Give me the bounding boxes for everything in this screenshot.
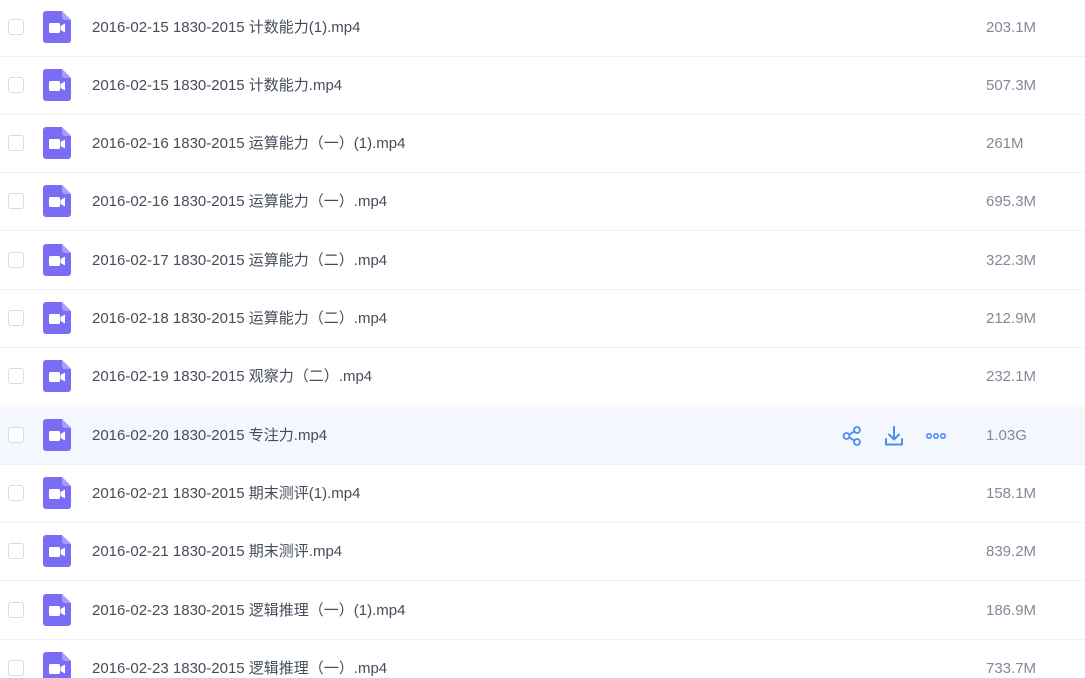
file-name[interactable]: 2016-02-15 1830-2015 计数能力.mp4	[92, 76, 342, 96]
row-checkbox[interactable]	[8, 18, 24, 35]
file-size: 839.2M	[986, 542, 1037, 560]
file-name[interactable]: 2016-02-23 1830-2015 逻辑推理（一）(1).mp4	[92, 601, 405, 621]
file-row[interactable]: 2016-02-18 1830-2015 运算能力（二）.mp4 212.9M	[0, 290, 1085, 348]
file-size: 212.9M	[986, 309, 1037, 327]
file-size: 203.1M	[986, 18, 1037, 36]
file-name[interactable]: 2016-02-21 1830-2015 期末测评.mp4	[92, 542, 342, 562]
download-icon[interactable]	[880, 424, 908, 448]
row-checkbox[interactable]	[8, 542, 24, 559]
file-name[interactable]: 2016-02-19 1830-2015 观察力（二）.mp4	[92, 367, 372, 387]
video-file-icon	[43, 10, 71, 43]
file-row-hovered[interactable]: 2016-02-20 1830-2015 专注力.mp4 1.03G	[0, 407, 1085, 465]
file-name[interactable]: 2016-02-16 1830-2015 运算能力（一）(1).mp4	[92, 134, 405, 154]
file-row[interactable]: 2016-02-15 1830-2015 计数能力(1).mp4 203.1M	[0, 0, 1085, 57]
row-checkbox[interactable]	[8, 251, 24, 268]
video-file-icon	[43, 651, 71, 678]
file-name[interactable]: 2016-02-18 1830-2015 运算能力（二）.mp4	[92, 309, 387, 329]
file-size: 507.3M	[986, 76, 1037, 94]
file-name[interactable]: 2016-02-16 1830-2015 运算能力（一）.mp4	[92, 192, 387, 212]
row-checkbox[interactable]	[8, 134, 24, 151]
file-row[interactable]: 2016-02-21 1830-2015 期末测评(1).mp4 158.1M	[0, 465, 1085, 523]
video-file-icon	[43, 184, 71, 217]
video-file-icon	[43, 68, 71, 101]
video-file-icon	[43, 301, 71, 334]
row-checkbox[interactable]	[8, 309, 24, 326]
file-row[interactable]: 2016-02-15 1830-2015 计数能力.mp4 507.3M	[0, 57, 1085, 115]
file-size: 733.7M	[986, 659, 1037, 677]
file-name[interactable]: 2016-02-21 1830-2015 期末测评(1).mp4	[92, 484, 360, 504]
row-checkbox[interactable]	[8, 367, 24, 384]
file-name[interactable]: 2016-02-23 1830-2015 逻辑推理（一）.mp4	[92, 659, 387, 678]
file-list: 2016-02-15 1830-2015 计数能力(1).mp4 203.1M …	[0, 0, 1085, 678]
file-size: 695.3M	[986, 192, 1037, 210]
file-row[interactable]: 2016-02-16 1830-2015 运算能力（一）.mp4 695.3M	[0, 173, 1085, 231]
file-size: 232.1M	[986, 367, 1037, 385]
video-file-icon	[43, 418, 71, 451]
file-row[interactable]: 2016-02-21 1830-2015 期末测评.mp4 839.2M	[0, 523, 1085, 581]
row-checkbox[interactable]	[8, 76, 24, 93]
video-file-icon	[43, 476, 71, 509]
row-checkbox[interactable]	[8, 659, 24, 676]
row-checkbox[interactable]	[8, 426, 24, 443]
video-file-icon	[43, 359, 71, 392]
file-row[interactable]: 2016-02-19 1830-2015 观察力（二）.mp4 232.1M	[0, 348, 1085, 406]
file-row[interactable]: 2016-02-23 1830-2015 逻辑推理（一）.mp4 733.7M	[0, 640, 1085, 678]
video-file-icon	[43, 243, 71, 276]
share-icon[interactable]	[838, 424, 866, 448]
file-row[interactable]: 2016-02-17 1830-2015 运算能力（二）.mp4 322.3M	[0, 232, 1085, 290]
file-size: 1.03G	[986, 426, 1027, 444]
file-row[interactable]: 2016-02-16 1830-2015 运算能力（一）(1).mp4 261M	[0, 115, 1085, 173]
file-name[interactable]: 2016-02-15 1830-2015 计数能力(1).mp4	[92, 18, 360, 38]
file-size: 158.1M	[986, 484, 1037, 502]
file-size: 322.3M	[986, 251, 1037, 269]
row-checkbox[interactable]	[8, 601, 24, 618]
more-icon[interactable]	[922, 424, 950, 448]
file-size: 186.9M	[986, 601, 1037, 619]
file-size: 261M	[986, 134, 1024, 152]
video-file-icon	[43, 126, 71, 159]
row-checkbox[interactable]	[8, 192, 24, 209]
file-row[interactable]: 2016-02-23 1830-2015 逻辑推理（一）(1).mp4 186.…	[0, 582, 1085, 640]
row-checkbox[interactable]	[8, 484, 24, 501]
video-file-icon	[43, 534, 71, 567]
file-name[interactable]: 2016-02-20 1830-2015 专注力.mp4	[92, 426, 327, 446]
file-name[interactable]: 2016-02-17 1830-2015 运算能力（二）.mp4	[92, 251, 387, 271]
video-file-icon	[43, 593, 71, 626]
